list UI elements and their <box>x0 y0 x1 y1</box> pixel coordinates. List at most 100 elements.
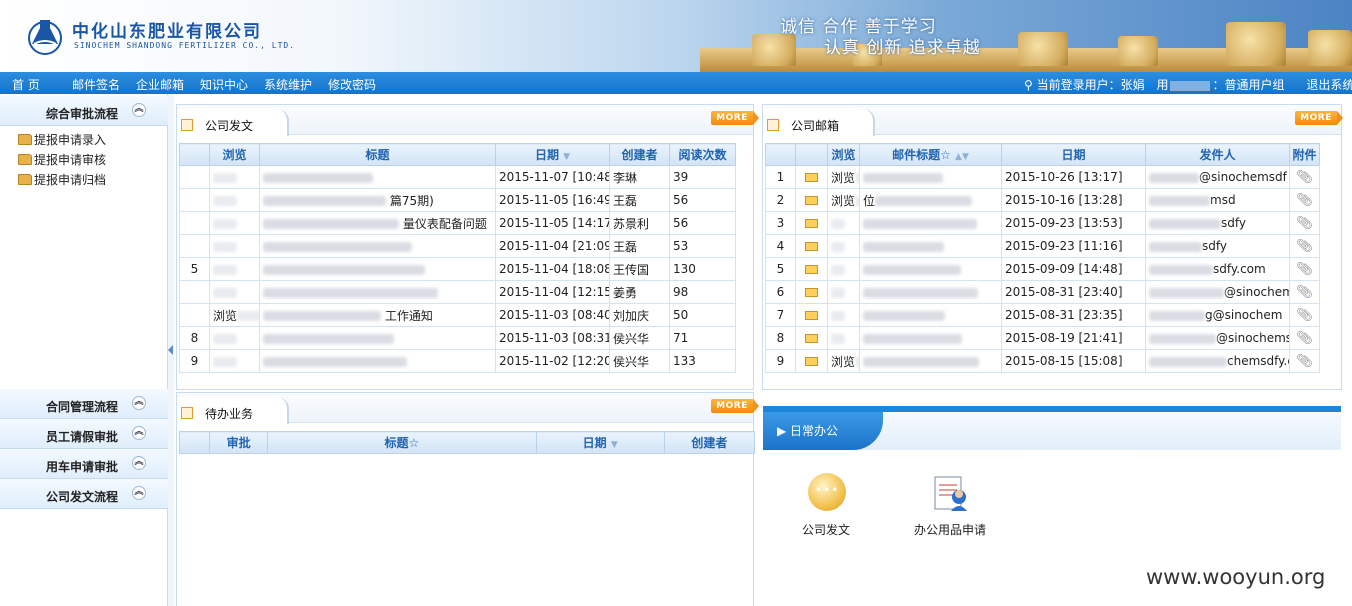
paperclip-icon[interactable]: 📎︎ <box>1296 193 1313 208</box>
col-browse[interactable]: 浏览 <box>827 143 860 166</box>
table-row[interactable]: 5 2015-11-04 [18:08] 王传国 130 <box>179 257 736 281</box>
collapse-icon[interactable]: ︽ <box>132 486 146 500</box>
collapse-icon[interactable]: ︽ <box>132 396 146 410</box>
browse-link[interactable]: 浏览 <box>831 171 855 185</box>
row-title[interactable]: 篇75期) <box>259 188 496 212</box>
row-browse[interactable] <box>827 280 860 304</box>
row-browse[interactable] <box>209 165 260 189</box>
row-attachment[interactable]: 📎︎ <box>1289 211 1320 235</box>
row-browse[interactable] <box>827 303 860 327</box>
row-browse[interactable] <box>827 234 860 258</box>
nav-knowledge-center[interactable]: 知识中心 <box>200 76 248 93</box>
table-row[interactable]: 3 2015-09-23 [13:53] sdfy 📎︎ <box>765 211 1320 235</box>
row-browse[interactable]: 浏览 <box>209 303 260 327</box>
col-attachment[interactable]: 附件 <box>1289 143 1320 166</box>
daily-office-tab[interactable]: ▶ 日常办公 <box>763 412 883 450</box>
sidebar-link-submit-entry[interactable]: 提报申请录入 <box>18 131 106 148</box>
row-title[interactable]: 工作通知 <box>259 303 496 327</box>
row-subject[interactable] <box>859 303 1002 327</box>
row-title[interactable] <box>259 165 496 189</box>
row-subject[interactable] <box>859 234 1002 258</box>
row-attachment[interactable]: 📎︎ <box>1289 165 1320 189</box>
company-docs-app-icon[interactable] <box>808 473 846 511</box>
row-browse[interactable] <box>209 349 260 373</box>
nav-change-password[interactable]: 修改密码 <box>328 76 376 93</box>
collapse-icon[interactable]: ︽ <box>132 456 146 470</box>
table-row[interactable]: 1 浏览 2015-10-26 [13:17] @sinochemsdf 📎︎ <box>765 165 1320 189</box>
table-row[interactable]: 8 2015-11-03 [08:31] 侯兴华 71 <box>179 326 736 350</box>
browse-link[interactable]: 浏览 <box>213 309 237 323</box>
sidebar-section-general-approval[interactable]: 综合审批流程 ︽ <box>0 96 168 126</box>
table-row[interactable]: 6 2015-08-31 [23:40] @sinochem 📎︎ <box>765 280 1320 304</box>
collapse-arrow-icon[interactable] <box>168 345 173 355</box>
paperclip-icon[interactable]: 📎︎ <box>1296 170 1313 185</box>
sidebar-section-leave[interactable]: 员工请假审批 ︽ <box>0 419 168 449</box>
col-sender[interactable]: 发件人 <box>1145 143 1290 166</box>
paperclip-icon[interactable]: 📎︎ <box>1296 262 1313 277</box>
table-row[interactable]: 2015-11-07 [10:48] 李琳 39 <box>179 165 736 189</box>
row-browse[interactable] <box>827 211 860 235</box>
row-title[interactable]: 量仪表配备问题 <box>259 211 496 235</box>
browse-link[interactable]: 浏览 <box>831 355 855 369</box>
col-title[interactable]: 标题☆ <box>267 431 537 454</box>
row-subject[interactable]: 位 <box>859 188 1002 212</box>
row-title[interactable] <box>259 280 496 304</box>
paperclip-icon[interactable]: 📎︎ <box>1296 331 1313 346</box>
row-subject[interactable] <box>859 257 1002 281</box>
row-browse[interactable] <box>209 211 260 235</box>
row-subject[interactable] <box>859 165 1002 189</box>
row-attachment[interactable]: 📎︎ <box>1289 280 1320 304</box>
col-date[interactable]: 日期 <box>1001 143 1146 166</box>
table-row[interactable]: 4 2015-09-23 [11:16] sdfy 📎︎ <box>765 234 1320 258</box>
subject-text[interactable]: 位 <box>863 194 875 208</box>
paperclip-icon[interactable]: 📎︎ <box>1296 354 1313 369</box>
row-attachment[interactable]: 📎︎ <box>1289 234 1320 258</box>
col-date[interactable]: 日期 ▼ <box>535 431 665 454</box>
table-row[interactable]: 篇75期) 2015-11-05 [16:49] 王磊 56 <box>179 188 736 212</box>
company-docs-app-label[interactable]: 公司发文 <box>802 521 850 538</box>
more-button[interactable]: MORE <box>711 399 759 413</box>
sidebar-link-submit-archive[interactable]: 提报申请归档 <box>18 171 106 188</box>
more-button[interactable]: MORE <box>1295 111 1343 125</box>
col-creator[interactable]: 创建者 <box>663 431 756 454</box>
paperclip-icon[interactable]: 📎︎ <box>1296 285 1313 300</box>
col-title[interactable]: 标题 <box>259 143 496 166</box>
col-browse[interactable]: 浏览 <box>209 143 260 166</box>
col-creator[interactable]: 创建者 <box>609 143 670 166</box>
row-attachment[interactable]: 📎︎ <box>1289 349 1320 373</box>
row-browse[interactable] <box>209 257 260 281</box>
row-attachment[interactable]: 📎︎ <box>1289 257 1320 281</box>
title-text[interactable]: 篇75期) <box>390 194 434 208</box>
col-approve[interactable]: 审批 <box>209 431 269 454</box>
sidebar-link-submit-review[interactable]: 提报申请审核 <box>18 151 106 168</box>
table-row[interactable]: 2015-11-04 [21:09] 王磊 53 <box>179 234 736 258</box>
row-browse[interactable] <box>209 234 260 258</box>
office-supplies-app-label[interactable]: 办公用品申请 <box>914 521 986 538</box>
table-row[interactable]: 2015-11-04 [12:15] 姜勇 98 <box>179 280 736 304</box>
row-subject[interactable] <box>859 349 1002 373</box>
row-subject[interactable] <box>859 326 1002 350</box>
panel-tab[interactable]: 公司邮箱 <box>763 109 875 136</box>
logout-link[interactable]: 退出系统 <box>1306 78 1352 92</box>
sidebar-section-company-docs[interactable]: 公司发文流程 ︽ <box>0 479 168 509</box>
row-attachment[interactable]: 📎︎ <box>1289 303 1320 327</box>
row-attachment[interactable]: 📎︎ <box>1289 326 1320 350</box>
col-reads[interactable]: 阅读次数 <box>669 143 736 166</box>
nav-system-maintenance[interactable]: 系统维护 <box>264 76 312 93</box>
paperclip-icon[interactable]: 📎︎ <box>1296 216 1313 231</box>
table-row[interactable]: 2 浏览位 2015-10-16 [13:28] msd 📎︎ <box>765 188 1320 212</box>
panel-tab[interactable]: 公司发文 <box>177 109 289 136</box>
title-text[interactable]: 工作通知 <box>385 309 433 323</box>
row-browse[interactable] <box>209 188 260 212</box>
row-subject[interactable] <box>859 280 1002 304</box>
table-row[interactable]: 浏览 工作通知 2015-11-03 [08:40] 刘加庆 50 <box>179 303 736 327</box>
title-text[interactable]: 量仪表配备问题 <box>403 217 487 231</box>
row-browse[interactable] <box>827 257 860 281</box>
table-row[interactable]: 8 2015-08-19 [21:41] @sinochems 📎︎ <box>765 326 1320 350</box>
row-subject[interactable] <box>859 211 1002 235</box>
sidebar-section-vehicle[interactable]: 用车申请审批 ︽ <box>0 449 168 479</box>
row-browse[interactable] <box>827 326 860 350</box>
row-title[interactable] <box>259 326 496 350</box>
table-row[interactable]: 5 2015-09-09 [14:48] sdfy.com 📎︎ <box>765 257 1320 281</box>
table-row[interactable]: 9 浏览 2015-08-15 [15:08] chemsdfy.com 📎︎ <box>765 349 1320 373</box>
